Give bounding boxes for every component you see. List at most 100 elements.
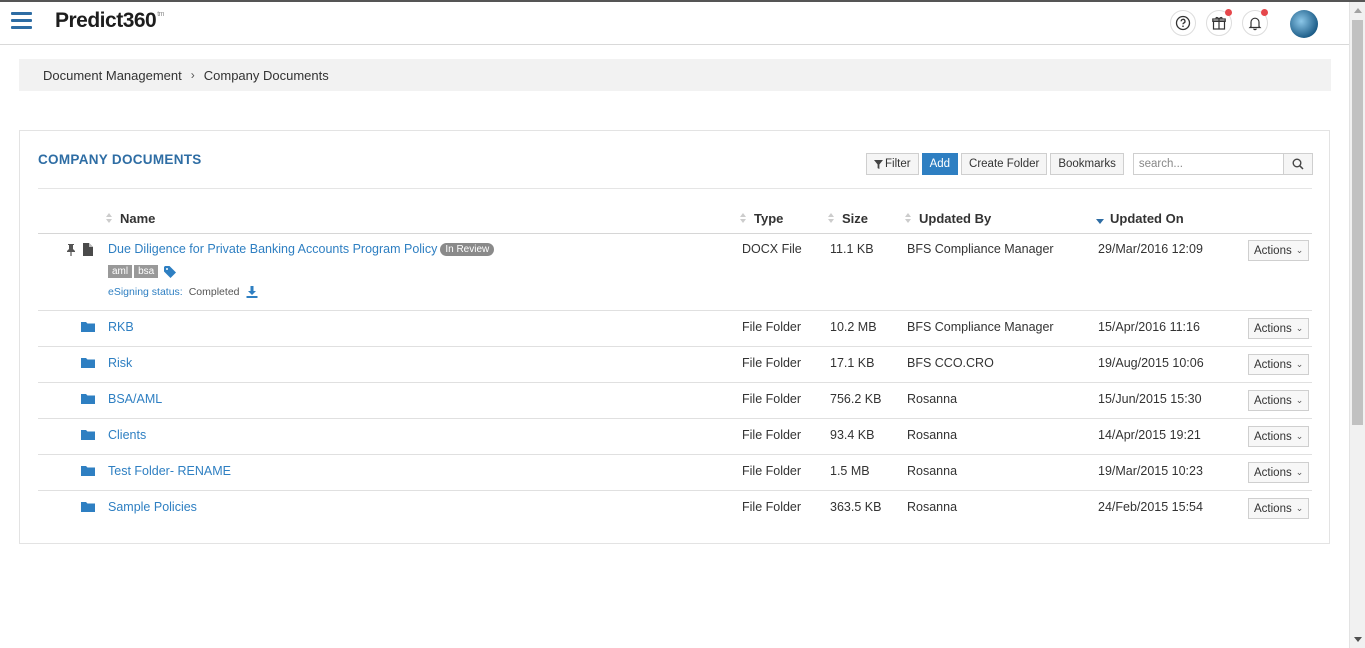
scroll-up-arrow-icon[interactable] [1354,8,1362,13]
updated-by-cell: Rosanna [907,500,958,514]
bell-icon [1248,17,1262,31]
esign-label: eSigning status: [108,286,183,298]
type-cell: File Folder [742,428,802,442]
app-logo[interactable]: Predict360tm [55,9,165,33]
breadcrumb: Document Management › Company Documents [19,59,1331,91]
actions-label: Actions [1254,502,1292,515]
tag-icon[interactable] [164,265,177,278]
filter-icon [874,159,883,169]
sort-icon [828,212,835,225]
chevron-down-icon: ⌄ [1295,323,1304,333]
download-icon[interactable] [246,286,258,298]
size-cell: 17.1 KB [830,356,875,370]
size-cell: 93.4 KB [830,428,875,442]
table-row-folder: BSA/AML File Folder 756.2 KB Rosanna 15/… [38,383,1312,419]
gift-icon [1212,16,1226,30]
filter-label: Filter [885,158,911,170]
folder-icon [81,430,95,440]
chevron-down-icon: ⌄ [1295,503,1304,513]
size-cell: 756.2 KB [830,392,882,406]
actions-dropdown[interactable]: Actions ⌄ [1248,354,1310,375]
whats-new-button[interactable] [1206,9,1232,36]
folder-icon [81,322,95,332]
actions-label: Actions [1254,358,1292,371]
table-row-folder: Sample Policies File Folder 363.5 KB Ros… [38,491,1312,526]
folder-name-link[interactable]: Sample Policies [108,500,197,514]
sort-desc-icon [1096,213,1104,225]
type-cell: File Folder [742,392,802,406]
sort-icon [740,212,747,225]
tag-aml[interactable]: aml [108,265,133,278]
type-cell: File Folder [742,320,802,334]
hamburger-menu-icon[interactable] [11,12,32,30]
actions-dropdown[interactable]: Actions ⌄ [1248,318,1310,339]
column-header-updated-by[interactable]: Updated By [905,211,991,226]
document-tags: aml bsa [108,265,177,278]
bookmarks-button[interactable]: Bookmarks [1050,153,1124,175]
create-folder-button[interactable]: Create Folder [961,153,1048,175]
column-header-updated-by-label: Updated By [919,211,992,226]
breadcrumb-separator: › [190,68,195,82]
add-button[interactable]: Add [921,153,959,175]
actions-dropdown[interactable]: Actions ⌄ [1248,390,1310,411]
scrollbar-thumb[interactable] [1352,20,1363,425]
sort-icon [106,212,113,225]
updated-on-cell: 19/Mar/2015 10:23 [1098,464,1203,478]
updated-on-cell: 15/Apr/2016 11:16 [1098,320,1200,334]
logo-text: Predict360 [55,9,157,32]
type-cell: File Folder [742,356,802,370]
chevron-down-icon: ⌄ [1295,467,1304,477]
document-name-link[interactable]: Due Diligence for Private Banking Accoun… [108,242,437,256]
actions-label: Actions [1254,244,1292,257]
folder-name-link[interactable]: Clients [108,428,146,442]
column-header-type-label: Type [754,211,784,226]
filter-button[interactable]: Filter [866,153,919,175]
type-cell: File Folder [742,500,802,514]
pin-icon[interactable] [66,244,76,256]
table-row-document: Due Diligence for Private Banking Accoun… [38,234,1312,311]
folder-name-link[interactable]: BSA/AML [108,392,162,406]
size-cell: 1.5 MB [830,464,870,478]
folder-icon [81,358,95,368]
title-divider [38,188,1312,189]
documents-panel: COMPANY DOCUMENTS Filter Add Create Fold… [19,130,1330,544]
folder-name-link[interactable]: RKB [108,320,134,334]
breadcrumb-document-management[interactable]: Document Management [43,68,182,83]
notifications-button[interactable] [1242,9,1268,36]
chevron-down-icon: ⌄ [1295,359,1304,369]
actions-dropdown[interactable]: Actions ⌄ [1248,498,1310,519]
help-button[interactable] [1170,10,1196,36]
column-header-size-label: Size [842,211,869,226]
updated-on-cell: 24/Feb/2015 15:54 [1098,500,1203,514]
actions-dropdown[interactable]: Actions ⌄ [1248,426,1310,447]
updated-by-cell: Rosanna [907,464,958,478]
chevron-down-icon: ⌄ [1295,431,1304,441]
esign-status: eSigning status: Completed [108,286,258,298]
actions-label: Actions [1254,466,1292,479]
logo-trademark: tm [157,11,165,18]
column-header-name[interactable]: Name [106,211,155,226]
column-header-updated-on[interactable]: Updated On [1096,211,1184,226]
actions-dropdown[interactable]: Actions ⌄ [1248,240,1310,261]
scroll-down-arrow-icon[interactable] [1354,637,1362,642]
updated-on-cell: 15/Jun/2015 15:30 [1098,392,1202,406]
user-avatar[interactable] [1290,10,1318,38]
search-input[interactable] [1132,153,1284,175]
status-badge: In Review [440,243,495,256]
document-name-cell: Due Diligence for Private Banking Accoun… [108,242,495,256]
size-cell: 11.1 KB [830,242,874,256]
column-header-size[interactable]: Size [828,211,868,226]
search-button[interactable] [1283,153,1313,175]
table-row-folder: RKB File Folder 10.2 MB BFS Compliance M… [38,311,1312,347]
tag-bsa[interactable]: bsa [134,265,159,278]
chevron-down-icon: ⌄ [1295,395,1304,405]
actions-dropdown[interactable]: Actions ⌄ [1248,462,1310,483]
folder-name-link[interactable]: Risk [108,356,132,370]
gift-notification-dot [1225,9,1232,16]
column-header-type[interactable]: Type [740,211,783,226]
folder-name-link[interactable]: Test Folder- RENAME [108,464,231,478]
table-row-folder: Risk File Folder 17.1 KB BFS CCO.CRO 19/… [38,347,1312,383]
page-scrollbar[interactable] [1349,2,1365,648]
toolbar: Filter Add Create Folder Bookmarks [866,153,1313,175]
folder-icon [81,502,95,512]
